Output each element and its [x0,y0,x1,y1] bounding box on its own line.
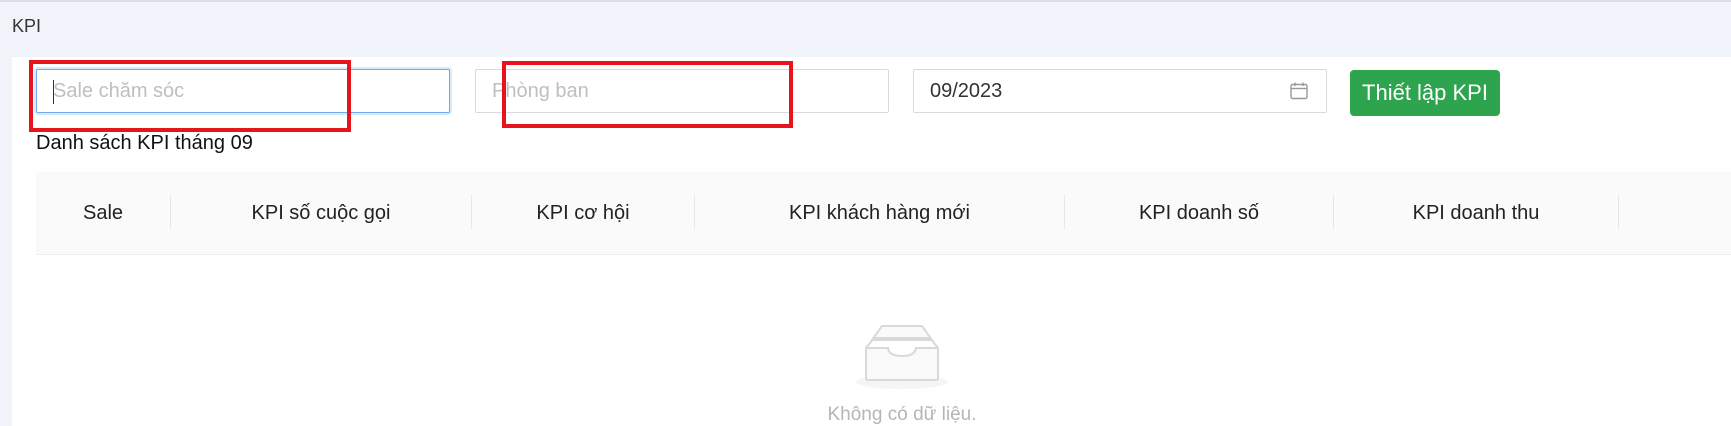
month-value: 09/2023 [930,80,1003,102]
top-divider [0,0,1731,2]
list-title: Danh sách KPI tháng 09 [36,132,253,154]
annotation-box-department [502,61,793,128]
column-header-calls[interactable]: KPI số cuộc gọi [171,172,471,254]
page-title: KPI [12,16,42,36]
empty-inbox-icon [856,325,948,389]
column-header-new-customers[interactable]: KPI khách hàng mới [695,172,1064,254]
annotation-box-sale [29,60,351,132]
column-separator [1618,195,1619,229]
column-header-opportunities[interactable]: KPI cơ hội [472,172,694,254]
month-picker[interactable]: 09/2023 [913,69,1327,113]
table-header: Sale KPI số cuộc gọi KPI cơ hội KPI khác… [36,172,1731,255]
column-header-revenue[interactable]: KPI doanh thu [1334,172,1618,254]
calendar-icon [1290,82,1308,100]
column-header-sale[interactable]: Sale [36,172,170,254]
column-header-sales[interactable]: KPI doanh số [1065,172,1333,254]
setup-kpi-button[interactable]: Thiết lập KPI [1350,70,1500,116]
empty-state-text: Không có dữ liệu. [827,404,977,425]
